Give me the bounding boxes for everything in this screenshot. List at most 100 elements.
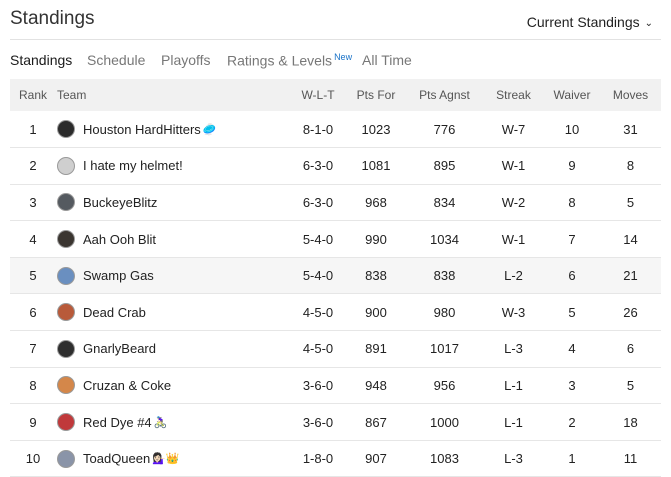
- table-row: 6 Dead Crab 4-5-0 900 980 W-3 5 26: [10, 294, 661, 331]
- team-name-link[interactable]: Dead Crab: [83, 305, 146, 320]
- team-logo-icon[interactable]: [57, 303, 75, 322]
- tab-ratings-levels[interactable]: Ratings & Levels New: [227, 52, 352, 69]
- col-header-waiver[interactable]: Waiver: [544, 79, 600, 111]
- streak-cell: W-7: [501, 121, 526, 137]
- streak-cell: W-2: [501, 194, 526, 210]
- rank-cell: 6: [29, 304, 37, 320]
- team-name-link[interactable]: Houston HardHitters: [83, 122, 201, 137]
- col-header-pts-for[interactable]: Pts For: [346, 79, 406, 111]
- waiver-cell: 6: [568, 268, 576, 284]
- rank-cell: 2: [29, 158, 37, 174]
- table-row: 7 GnarlyBeard 4-5-0 891 1017 L-3 4 6: [10, 331, 661, 368]
- rank-cell: 4: [29, 231, 37, 247]
- team-logo-icon[interactable]: [57, 156, 75, 175]
- wlt-cell: 3-6-0: [302, 414, 334, 430]
- team-emoji: 🚴🏻‍♀️: [153, 416, 168, 429]
- pts-for-cell: 891: [365, 341, 387, 357]
- moves-cell: 5: [626, 194, 635, 210]
- moves-cell: 11: [623, 451, 638, 467]
- tab-playoffs[interactable]: Playoffs: [161, 52, 211, 68]
- team-logo-icon[interactable]: [57, 120, 75, 139]
- waiver-cell: 3: [568, 377, 576, 393]
- team-name-link[interactable]: Red Dye #4: [83, 415, 152, 430]
- waiver-cell: 10: [564, 121, 580, 137]
- rank-cell: 7: [29, 341, 37, 357]
- team-name-link[interactable]: ToadQueen: [83, 451, 150, 466]
- col-header-moves[interactable]: Moves: [600, 79, 661, 111]
- streak-cell: W-1: [501, 158, 526, 174]
- wlt-cell: 6-3-0: [302, 194, 334, 210]
- wlt-cell: 5-4-0: [302, 268, 334, 284]
- standings-view-dropdown[interactable]: Current Standings ⌄: [527, 14, 653, 30]
- moves-cell: 5: [626, 377, 635, 393]
- pts-agnst-cell: 895: [433, 158, 456, 174]
- wlt-cell: 5-4-0: [302, 231, 334, 247]
- team-logo-icon[interactable]: [57, 193, 75, 212]
- tab-ratings-levels-label: Ratings & Levels: [227, 52, 333, 69]
- team-logo-icon[interactable]: [57, 339, 75, 358]
- col-header-pts-agnst[interactable]: Pts Agnst: [406, 79, 483, 111]
- dropdown-label: Current Standings: [526, 14, 640, 30]
- moves-cell: 8: [626, 158, 635, 174]
- tab-all-time[interactable]: All Time: [362, 52, 412, 68]
- page-title: Standings: [10, 8, 95, 29]
- table-row: 1 Houston HardHitters 🥏 8-1-0 1023 776 W-7 10 31: [10, 111, 661, 148]
- team-name-link[interactable]: I hate my helmet!: [83, 158, 183, 173]
- team-cell: Swamp Gas: [56, 257, 290, 294]
- waiver-cell: 9: [568, 158, 576, 174]
- streak-cell: W-1: [501, 231, 526, 247]
- team-cell: ToadQueen 💁🏻‍♀️👑: [56, 440, 290, 477]
- rank-cell: 10: [25, 451, 41, 467]
- team-cell: Dead Crab: [56, 294, 290, 331]
- table-row: 4 Aah Ooh Blit 5-4-0 990 1034 W-1 7 14: [10, 221, 661, 258]
- pts-for-cell: 1081: [361, 158, 391, 174]
- tab-standings[interactable]: Standings: [10, 52, 72, 68]
- pts-agnst-cell: 980: [433, 304, 456, 320]
- table-row: 3 BuckeyeBlitz 6-3-0 968 834 W-2 8 5: [10, 184, 661, 221]
- moves-cell: 14: [623, 231, 638, 247]
- standings-table: Rank Team W-L-T Pts For Pts Agnst Streak…: [10, 79, 661, 477]
- pts-agnst-cell: 776: [433, 121, 456, 137]
- rank-cell: 8: [29, 377, 37, 393]
- streak-cell: L-2: [504, 268, 523, 284]
- streak-cell: L-3: [504, 341, 523, 357]
- rank-cell: 3: [29, 194, 37, 210]
- tab-bar: Standings Schedule Playoffs Ratings & Le…: [0, 40, 671, 78]
- team-name-link[interactable]: Cruzan & Coke: [83, 378, 171, 393]
- pts-agnst-cell: 1017: [430, 341, 459, 357]
- col-header-streak[interactable]: Streak: [483, 79, 544, 111]
- table-header-row: Rank Team W-L-T Pts For Pts Agnst Streak…: [10, 79, 661, 111]
- team-logo-icon[interactable]: [57, 413, 75, 432]
- streak-cell: L-1: [504, 414, 523, 430]
- pts-agnst-cell: 1034: [430, 231, 459, 247]
- wlt-cell: 3-6-0: [302, 377, 334, 393]
- pts-for-cell: 900: [365, 304, 387, 320]
- team-name-link[interactable]: GnarlyBeard: [83, 341, 156, 356]
- team-cell: GnarlyBeard: [56, 331, 290, 368]
- team-name-link[interactable]: Swamp Gas: [83, 268, 154, 283]
- moves-cell: 6: [626, 341, 635, 357]
- table-row: 10 ToadQueen 💁🏻‍♀️👑 1-8-0 907 1083 L-3 1 11: [10, 440, 661, 477]
- waiver-cell: 4: [568, 341, 576, 357]
- team-logo-icon[interactable]: [57, 266, 75, 285]
- pts-for-cell: 1023: [361, 121, 391, 137]
- team-logo-icon[interactable]: [57, 449, 75, 468]
- col-header-wlt[interactable]: W-L-T: [290, 79, 346, 111]
- waiver-cell: 1: [568, 451, 576, 467]
- table-row: 9 Red Dye #4 🚴🏻‍♀️ 3-6-0 867 1000 L-1 2 18: [10, 404, 661, 441]
- team-logo-icon[interactable]: [57, 376, 75, 395]
- table-row: 2 I hate my helmet! 6-3-0 1081 895 W-1 9 8: [10, 148, 661, 185]
- team-cell: Aah Ooh Blit: [56, 221, 290, 258]
- team-logo-icon[interactable]: [57, 230, 75, 249]
- streak-cell: L-3: [504, 451, 523, 467]
- tab-schedule[interactable]: Schedule: [87, 52, 145, 68]
- team-name-link[interactable]: BuckeyeBlitz: [83, 195, 157, 210]
- chevron-down-icon: ⌄: [644, 18, 653, 29]
- waiver-cell: 7: [568, 231, 576, 247]
- team-name-link[interactable]: Aah Ooh Blit: [83, 232, 156, 247]
- team-cell: I hate my helmet!: [56, 148, 290, 185]
- wlt-cell: 4-5-0: [302, 304, 334, 320]
- col-header-rank[interactable]: Rank: [10, 79, 56, 111]
- streak-cell: L-1: [504, 377, 523, 393]
- col-header-team[interactable]: Team: [56, 79, 290, 111]
